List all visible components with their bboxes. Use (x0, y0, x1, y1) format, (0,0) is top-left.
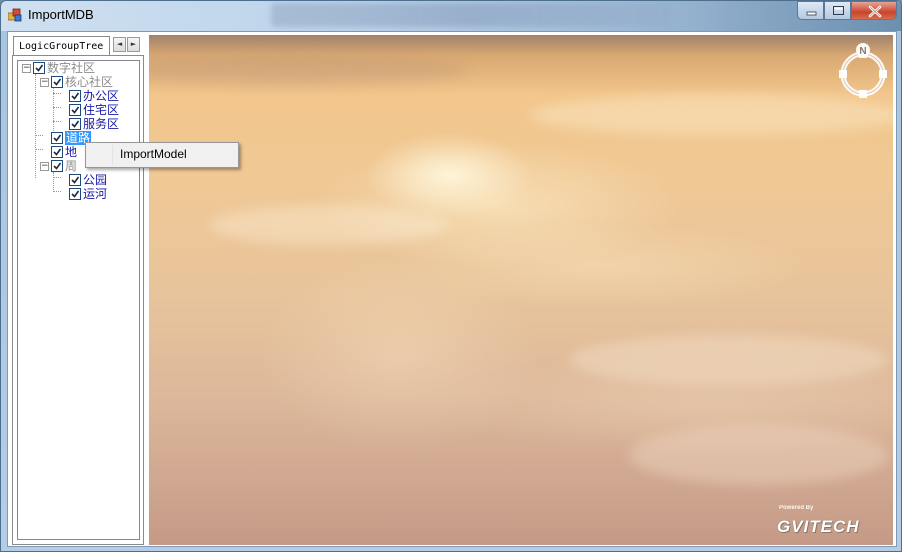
title-bar[interactable]: ImportMDB (1, 1, 901, 31)
minimize-button[interactable] (797, 1, 824, 20)
checkmark-icon (35, 64, 44, 72)
maximize-icon (833, 6, 844, 15)
tree-node-label: 服务区 (83, 117, 120, 131)
maximize-button[interactable] (824, 1, 851, 20)
background-window-blur (271, 3, 671, 27)
tree-node-label: 办公区 (83, 89, 120, 103)
checkbox[interactable] (69, 118, 81, 130)
cloud-shape (629, 425, 889, 485)
checkbox[interactable] (51, 132, 63, 144)
checkmark-icon (53, 78, 62, 86)
tree-node-root[interactable]: − 数字社区 (18, 61, 138, 75)
checkbox[interactable] (51, 146, 63, 158)
app-icon (8, 8, 22, 22)
tree-node-park[interactable]: 公园 (18, 173, 138, 187)
tree-node-core-community[interactable]: − 核心社区 (18, 75, 138, 89)
client-area: LogicGroupTree ◄ ► − 数字社区 − 核心社区 办公区 住宅区… (7, 31, 897, 547)
tree-node-label: 运河 (83, 187, 108, 201)
cloud-shape (149, 55, 469, 85)
checkmark-icon (71, 176, 80, 184)
cloud-shape (529, 95, 893, 135)
checkbox[interactable] (69, 104, 81, 116)
checkmark-icon (53, 148, 62, 156)
tree-node-label: 住宅区 (83, 103, 120, 117)
cloud-shape (569, 335, 889, 385)
window-title: ImportMDB (28, 7, 94, 22)
checkmark-icon (71, 190, 80, 198)
tree-node-service[interactable]: 服务区 (18, 117, 138, 131)
tree-node-label: 周 (65, 159, 78, 173)
left-panel: LogicGroupTree ◄ ► − 数字社区 − 核心社区 办公区 住宅区… (9, 33, 147, 546)
checkbox[interactable] (51, 160, 63, 172)
close-icon (868, 5, 882, 18)
tree-node-label: 核心社区 (65, 75, 114, 89)
checkmark-icon (53, 162, 62, 170)
tab-page: − 数字社区 − 核心社区 办公区 住宅区 服务区 道路 地 − 周 公园 运河 (12, 55, 144, 545)
compass-icon[interactable]: N (836, 41, 890, 101)
tab-scroll-left-button[interactable]: ◄ (113, 37, 126, 52)
tree-node-label: 数字社区 (47, 61, 96, 75)
checkbox[interactable] (69, 90, 81, 102)
checkbox[interactable] (51, 76, 63, 88)
collapse-icon[interactable]: − (40, 78, 49, 87)
3d-viewport[interactable]: N Powered By GVITECH (149, 35, 893, 545)
checkbox[interactable] (33, 62, 45, 74)
application-window: ImportMDB LogicGroupTree ◄ ► − 数字社区 − 核心… (0, 0, 902, 552)
collapse-icon[interactable]: − (22, 64, 31, 73)
context-menu-gutter (88, 145, 113, 165)
minimize-icon (806, 11, 817, 16)
tree-node-label: 地 (65, 145, 78, 159)
checkmark-icon (71, 106, 80, 114)
close-button[interactable] (851, 1, 897, 20)
logo-powered-by: Powered By (779, 505, 814, 511)
gvitech-logo: Powered By GVITECH (777, 505, 887, 541)
compass-north-label: N (859, 46, 866, 57)
checkbox[interactable] (69, 188, 81, 200)
logo-brand: GVITECH (777, 517, 860, 536)
checkmark-icon (71, 120, 80, 128)
collapse-icon[interactable]: − (40, 162, 49, 171)
checkmark-icon (53, 134, 62, 142)
tree-node-canal[interactable]: 运河 (18, 187, 138, 201)
context-menu-item-import-model[interactable]: ImportModel (120, 147, 187, 161)
tree-node-office[interactable]: 办公区 (18, 89, 138, 103)
tree-node-label: 公园 (83, 173, 108, 187)
tab-logicgrouptree[interactable]: LogicGroupTree (13, 36, 110, 55)
tree-node-residential[interactable]: 住宅区 (18, 103, 138, 117)
checkbox[interactable] (69, 174, 81, 186)
cloud-shape (209, 205, 449, 245)
checkmark-icon (71, 92, 80, 100)
context-menu: ImportModel (85, 142, 239, 168)
tab-scroll-right-button[interactable]: ► (127, 37, 140, 52)
logic-group-tree[interactable]: − 数字社区 − 核心社区 办公区 住宅区 服务区 道路 地 − 周 公园 运河 (17, 60, 140, 540)
